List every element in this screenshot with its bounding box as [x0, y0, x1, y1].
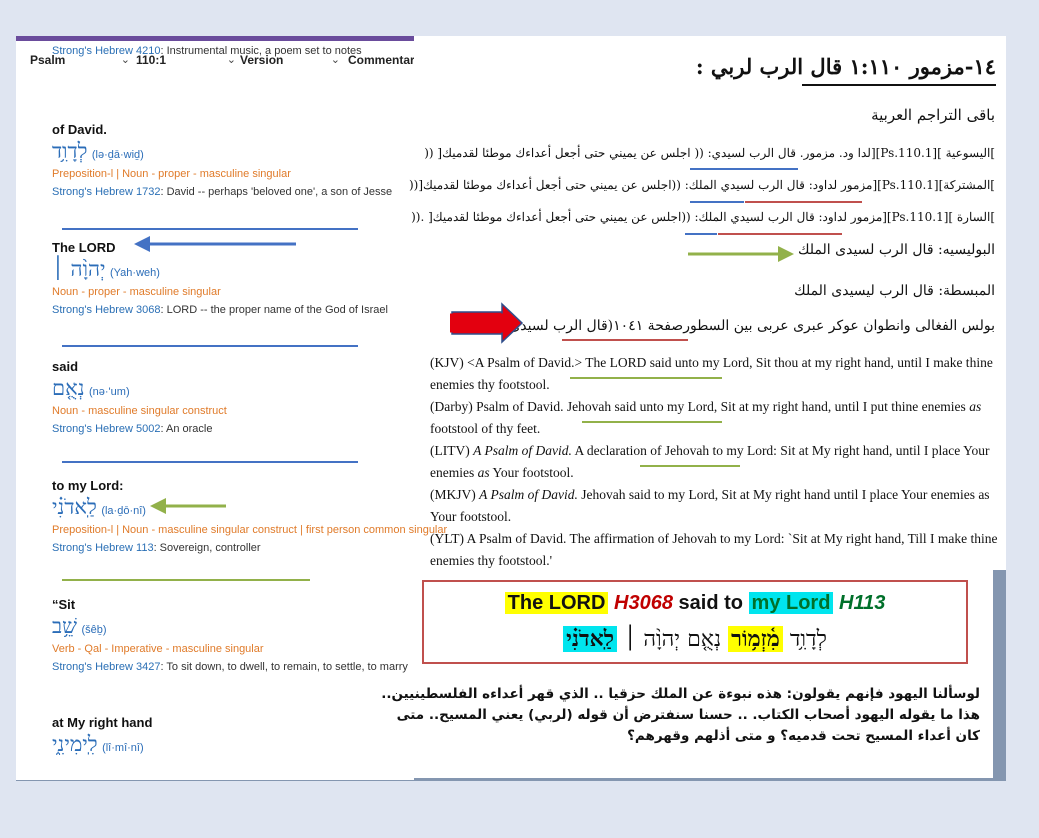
hebrew-neum: נְאֻ֤ם [687, 627, 722, 652]
word-entry-david: of David. לְדָוִ֥ד (lə·ḏā·wiḏ) Prepositi… [52, 122, 412, 198]
word-gloss: “Sit [52, 597, 76, 612]
strong-desc: : To sit down, to dwell, to remain, to s… [160, 661, 408, 673]
hebrew-word[interactable]: לִֽימִינִ֑י [52, 732, 98, 756]
hebrew-word[interactable]: לַֽאדֹנִ֗י [52, 495, 97, 519]
word-entry-the-lord: The LORD יְהוָ֨ה ׀ (Yah·weh) Noun - prop… [52, 240, 412, 316]
transliteration: (šêḇ) [81, 624, 107, 636]
strong-desc: : David -- perhaps 'beloved one', a son … [160, 186, 393, 198]
box-hebrew-row: לְדָוִ֥ד מִ֫זְמ֥וֹר נְאֻ֤ם יְהוָ֨ה ׀ לַֽ… [424, 626, 966, 652]
transliteration: (la·ḏō·nî) [101, 505, 146, 517]
strong-ref: Strong's Hebrew 1732: David -- perhaps '… [52, 186, 412, 198]
word-gloss: of David. [52, 122, 107, 137]
parsing-text[interactable]: Verb - Qal - Imperative - masculine sing… [52, 643, 412, 655]
word-entry-right-hand: at My right hand לִֽימִינִ֑י (lî·mî·nî) [52, 715, 412, 758]
strong-link[interactable]: Strong's Hebrew 3068 [52, 304, 161, 316]
word-gloss: at My right hand [52, 715, 153, 730]
parsing-text[interactable]: Noun - masculine singular construct [52, 405, 412, 417]
strong-link[interactable]: Strong's Hebrew 4210 [52, 45, 161, 57]
remaining-translations-label: باقى التراجم العربية [871, 106, 995, 124]
my-lord-label: my Lord [748, 592, 834, 614]
h113-label: H113 [839, 592, 886, 614]
the-lord-label: The LORD [504, 592, 609, 614]
joint-translation: ]المشتركة][Ps.110.1][مزمور لداود: قال ال… [408, 178, 995, 192]
commentary-paragraph: لوسألنا اليهود فإنهم يقولون: هذه نبوءة ع… [381, 686, 980, 744]
litv-verse: (LITV) A Psalm of David. A declaration o… [430, 443, 990, 480]
strong-desc: : LORD -- the proper name of the God of … [160, 304, 388, 316]
said-to-label: said to [678, 592, 743, 614]
transliteration: (nə·'um) [89, 386, 130, 398]
parsing-text[interactable]: Noun - proper - masculine singular [52, 286, 412, 298]
slide-right-border [993, 570, 1006, 780]
strong-link[interactable]: Strong's Hebrew 1732 [52, 186, 161, 198]
hebrew-word[interactable]: נְאֻ֤ם [52, 376, 85, 400]
h3068-label: H3068 [614, 592, 673, 614]
ylt-verse: (YLT) A Psalm of David. The affirmation … [430, 531, 998, 568]
strong-link[interactable]: Strong's Hebrew 3427 [52, 661, 161, 673]
strong-desc: : Instrumental music, a poem set to note… [160, 45, 362, 57]
strong-desc: : Sovereign, controller [153, 542, 261, 554]
word-entry-sit: “Sit שֵׁ֥ב (šêḇ) Verb - Qal - Imperative… [52, 597, 412, 673]
good-news-translation: ]السارة ][Ps.110.1][مزمور لداود: قال الر… [411, 210, 995, 224]
parsing-text[interactable]: Preposition-l | Noun - masculine singula… [52, 524, 447, 536]
simplified-translation: المبسطة: قال الرب ليسيدى الملك [794, 283, 995, 299]
word-gloss: said [52, 359, 79, 374]
parsing-text[interactable]: Preposition-l | Noun - proper - masculin… [52, 168, 412, 180]
transliteration: (lî·mî·nî) [102, 742, 144, 754]
hebrew-word[interactable]: שֵׁ֥ב [52, 614, 77, 638]
english-translations: (KJV) <A Psalm of David.> The LORD said … [430, 352, 998, 572]
jesuit-translation: ]اليسوعية ][Ps.110.1][لدا ود. مزمور. قال… [424, 146, 995, 160]
strong-desc: : An oracle [160, 423, 213, 435]
hebrew-word[interactable]: יְהוָ֨ה ׀ [52, 257, 106, 281]
lord-comparison-box: The LORD H3068 said to my Lord H113 לְדָ… [422, 580, 968, 664]
police-translation: البوليسيه: قال الرب لسيدى الملك [798, 242, 995, 258]
hebrew-ladoni: לַֽאדֹנִ֗י [563, 626, 617, 652]
hebrew-word[interactable]: לְדָוִ֥ד [52, 139, 87, 163]
transliteration: (Yah·weh) [110, 267, 160, 279]
strong-ref: Strong's Hebrew 113: Sovereign, controll… [52, 542, 412, 554]
box-english-row: The LORD H3068 said to my Lord H113 [424, 592, 966, 615]
hebrew-david: לְדָוִ֥ד [789, 627, 827, 652]
mkjv-verse: (MKJV) A Psalm of David. Jehovah said to… [430, 487, 990, 524]
word-gloss: to my Lord: [52, 478, 124, 493]
darby-verse: (Darby) Psalm of David. Jehovah said unt… [430, 399, 982, 436]
strong-ref: Strong's Hebrew 3068: LORD -- the proper… [52, 304, 412, 316]
word-entry-said: said נְאֻ֤ם (nə·'um) Noun - masculine si… [52, 359, 412, 435]
hebrew-mizmor: מִ֫זְמ֥וֹר [728, 626, 783, 652]
word-gloss: The LORD [52, 240, 116, 255]
kjv-verse: (KJV) <A Psalm of David.> The LORD said … [430, 355, 993, 392]
heading-underline [802, 84, 996, 86]
slide-heading: ١٤-مزمور ١:١١٠ قال الرب لربي : [695, 54, 996, 79]
transliteration: (lə·ḏā·wiḏ) [91, 149, 144, 161]
word-entry-to-my-lord: to my Lord: לַֽאדֹנִ֗י (la·ḏō·nî) Prepos… [52, 478, 447, 554]
strong-link[interactable]: Strong's Hebrew 113 [52, 542, 154, 554]
strong-link[interactable]: Strong's Hebrew 5002 [52, 423, 161, 435]
strong-ref: Strong's Hebrew 3427: To sit down, to dw… [52, 661, 412, 673]
interlinear-citation: بولس الفغالى وانطوان عوكر عبرى عربى بين … [462, 318, 995, 334]
strong-ref: Strong's Hebrew 5002: An oracle [52, 423, 412, 435]
strong-ref-4210: Strong's Hebrew 4210: Instrumental music… [52, 45, 362, 57]
hebrew-yhwh: יְהוָ֨ה ׀ [623, 627, 681, 652]
